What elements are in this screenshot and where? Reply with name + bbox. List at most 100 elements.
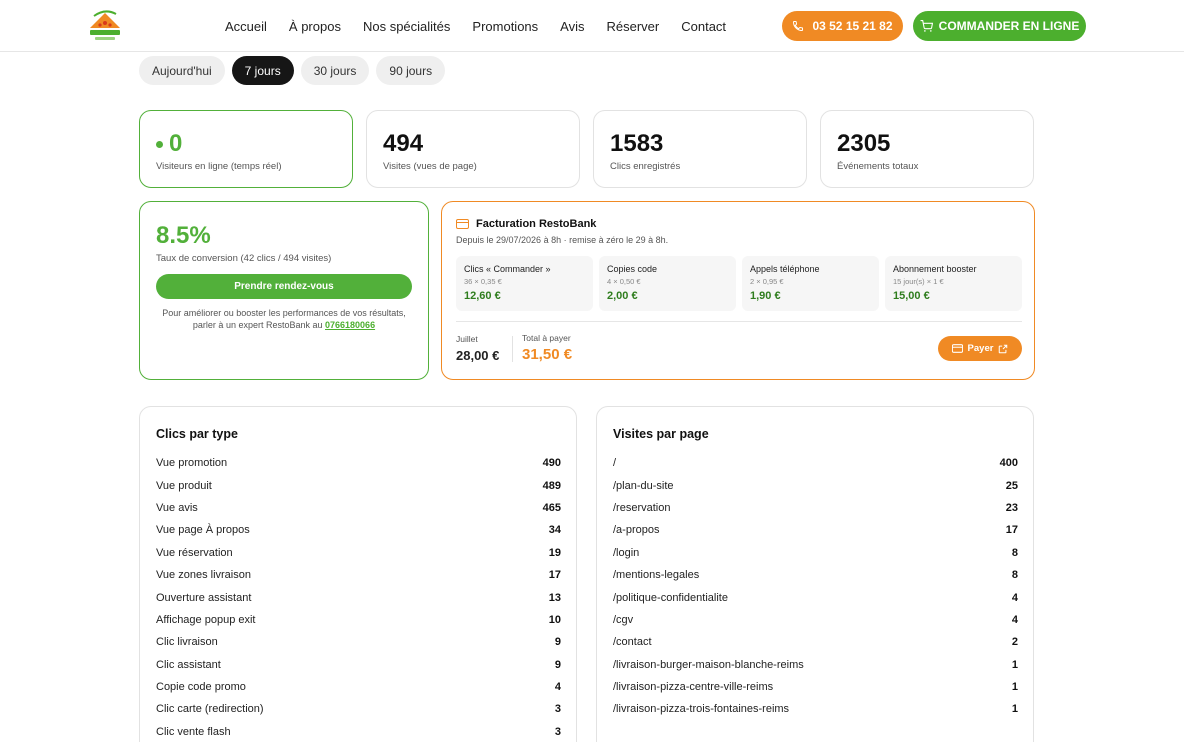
list-item-value: 3 — [554, 703, 561, 716]
list-item-value: 34 — [548, 524, 561, 537]
filter-90-days[interactable]: 90 jours — [376, 56, 446, 85]
list-item: /contact 2 — [613, 631, 1018, 653]
billing-item: Appels téléphone 2 × 0,95 € 1,90 € — [742, 256, 879, 311]
nav-a-propos[interactable]: À propos — [289, 19, 341, 34]
nav-avis[interactable]: Avis — [560, 19, 584, 34]
billing-item: Copies code 4 × 0,50 € 2,00 € — [599, 256, 736, 311]
filter-today[interactable]: Aujourd'hui — [139, 56, 225, 85]
list-item-label: /livraison-pizza-trois-fontaines-reims — [613, 703, 790, 716]
list-item-label: Clic livraison — [156, 636, 218, 649]
billing-item-amount: 1,90 € — [750, 290, 781, 302]
list-item-value: 1 — [1011, 681, 1018, 694]
nav-specialites[interactable]: Nos spécialités — [363, 19, 450, 34]
list-item-label: Affichage popup exit — [156, 613, 256, 626]
stat-card-events: 2305 Événements totaux — [820, 110, 1034, 188]
list-item: Vue produit 489 — [156, 474, 561, 496]
list-item-value: 13 — [548, 591, 561, 604]
billing-title: Facturation RestoBank — [476, 218, 597, 230]
list-item-label: /login — [613, 546, 640, 559]
billing-item-detail: 15 jour(s) × 1 € — [893, 277, 944, 286]
nav-accueil[interactable]: Accueil — [225, 19, 267, 34]
nav-contact[interactable]: Contact — [681, 19, 726, 34]
list-item-label: Copie code promo — [156, 681, 246, 694]
list-item-value: 9 — [554, 658, 561, 671]
visits-by-page-card: Visites par page / 400/plan-du-site 25/res… — [596, 406, 1034, 742]
main-nav: Accueil À propos Nos spécialités Promoti… — [214, 0, 737, 52]
list-item-label: Vue zones livraison — [156, 569, 251, 582]
list-item-value: 4 — [1011, 591, 1018, 604]
list-item-label: Vue produit — [156, 479, 212, 492]
list-item: Vue promotion 490 — [156, 452, 561, 474]
list-item-label: /livraison-pizza-centre-ville-reims — [613, 681, 774, 694]
appointment-button[interactable]: Prendre rendez-vous — [156, 274, 412, 299]
filter-30-days[interactable]: 30 jours — [300, 56, 370, 85]
logo[interactable] — [86, 8, 124, 44]
billing-items: Clics « Commander » 36 × 0,35 € 12,60 € … — [456, 256, 1022, 311]
list-item-label: /politique-confidentialite — [613, 591, 728, 604]
list-item: Clic vente flash 3 — [156, 721, 561, 742]
stat-label: Clics enregistrés — [610, 161, 681, 172]
list-item-label: /contact — [613, 636, 652, 649]
clicks-by-type-card: Clics par type Vue promotion 490 Vue produ… — [139, 406, 577, 742]
list-item: Clic carte (redirection) 3 — [156, 698, 561, 720]
list-item-value: 25 — [1005, 479, 1018, 492]
stat-card-online: 0 Visiteurs en ligne (temps réel) — [139, 110, 353, 188]
billing-item-name: Abonnement booster — [893, 264, 977, 274]
total-amount: 31,50 € — [522, 346, 573, 363]
visits-by-page-list: / 400/plan-du-site 25/reservation 23/a-prop… — [613, 452, 1018, 721]
list-item-label: /plan-du-site — [613, 479, 674, 492]
nav-promotions[interactable]: Promotions — [472, 19, 538, 34]
list-item: Vue avis 465 — [156, 497, 561, 519]
pay-label: Payer — [967, 343, 994, 354]
expert-phone-link[interactable]: 0766180066 — [325, 320, 375, 330]
billing-item: Clics « Commander » 36 × 0,35 € 12,60 € — [456, 256, 593, 311]
list-item-value: 8 — [1011, 569, 1018, 582]
list-item: Vue page À propos 34 — [156, 519, 561, 541]
stat-value: 494 — [383, 130, 424, 157]
list-item: Vue réservation 19 — [156, 542, 561, 564]
list-item: /a-propos 17 — [613, 519, 1018, 541]
list-item: /livraison-pizza-centre-ville-reims 1 — [613, 676, 1018, 698]
list-item-label: Vue page À propos — [156, 524, 250, 537]
list-item: /livraison-burger-maison-blanche-reims 1 — [613, 654, 1018, 676]
list-item-label: Clic carte (redirection) — [156, 703, 264, 716]
conversion-rate: 8.5% — [156, 222, 211, 249]
stat-value: 0 — [169, 130, 183, 157]
site-header: Accueil À propos Nos spécialités Promoti… — [0, 0, 1184, 52]
order-label: COMMANDER EN LIGNE — [938, 19, 1080, 33]
list-item-value: 10 — [548, 613, 561, 626]
phone-icon — [792, 20, 804, 32]
list-item-label: /mentions-legales — [613, 569, 700, 582]
order-online-button[interactable]: COMMANDER EN LIGNE — [913, 11, 1086, 41]
billing-item: Abonnement booster 15 jour(s) × 1 € 15,0… — [885, 256, 1022, 311]
month-label: Juillet — [456, 334, 478, 344]
clicks-by-type-title: Clics par type — [156, 427, 238, 441]
list-item-label: Vue réservation — [156, 546, 233, 559]
stat-card-clicks: 1583 Clics enregistrés — [593, 110, 807, 188]
billing-item-amount: 15,00 € — [893, 290, 930, 302]
billing-subtitle: Depuis le 29/07/2026 à 8h · remise à zér… — [456, 235, 669, 245]
billing-item-name: Copies code — [607, 264, 658, 274]
billing-item-amount: 2,00 € — [607, 290, 638, 302]
list-item-value: 17 — [1005, 524, 1018, 537]
list-item-value: 9 — [554, 636, 561, 649]
list-item-label: Ouverture assistant — [156, 591, 252, 604]
list-item-value: 1 — [1011, 658, 1018, 671]
list-item: / 400 — [613, 452, 1018, 474]
list-item-value: 2 — [1011, 636, 1018, 649]
visits-by-page-title: Visites par page — [613, 427, 709, 441]
list-item-label: /reservation — [613, 501, 671, 514]
list-item-value: 490 — [542, 457, 561, 470]
phone-number: 03 52 15 21 82 — [812, 19, 893, 33]
pay-button[interactable]: Payer — [938, 336, 1022, 361]
billing-item-name: Appels téléphone — [750, 264, 820, 274]
list-item: /livraison-pizza-trois-fontaines-reims 1 — [613, 698, 1018, 720]
filter-7-days[interactable]: 7 jours — [231, 56, 294, 85]
list-item: /login 8 — [613, 542, 1018, 564]
list-item: /politique-confidentialite 4 — [613, 586, 1018, 608]
list-item: /plan-du-site 25 — [613, 474, 1018, 496]
cart-icon — [920, 20, 933, 32]
phone-button[interactable]: 03 52 15 21 82 — [782, 11, 903, 41]
nav-reserver[interactable]: Réserver — [606, 19, 659, 34]
divider — [456, 321, 1022, 322]
